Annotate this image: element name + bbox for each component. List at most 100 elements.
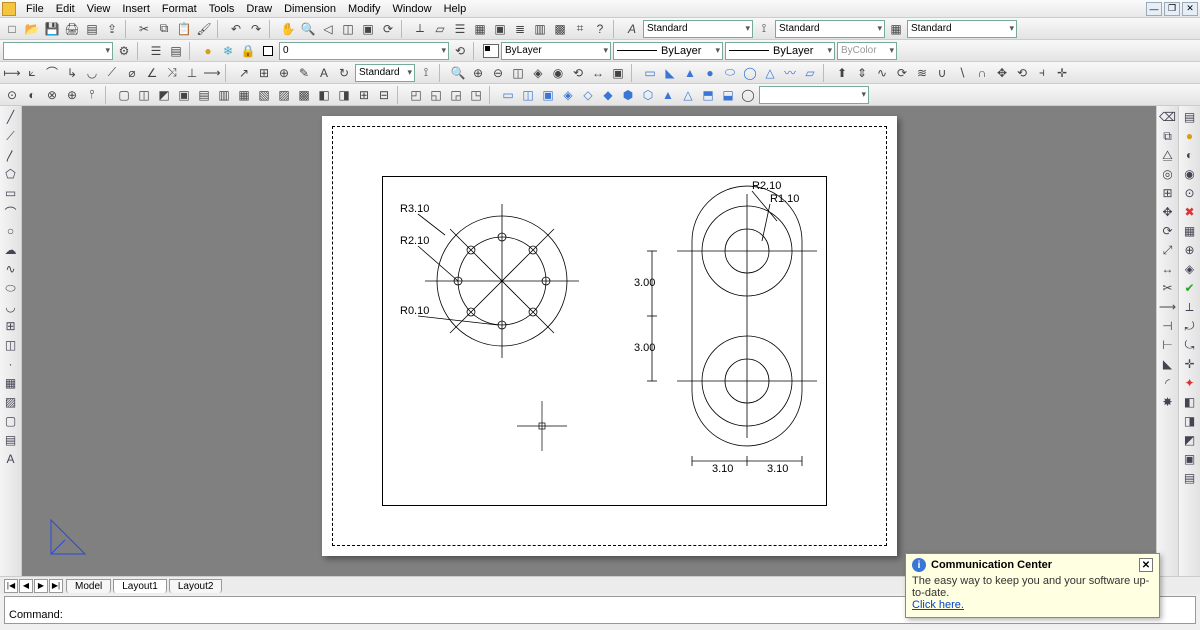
list-icon[interactable]: ☰ xyxy=(451,20,469,38)
visualstyle-combo[interactable] xyxy=(759,86,869,104)
m2-3-icon[interactable]: ◐ xyxy=(1181,146,1199,164)
dc-icon[interactable]: ▥ xyxy=(531,20,549,38)
dim-edit-icon[interactable]: ✎ xyxy=(295,64,313,82)
makeblock-icon[interactable]: ◫ xyxy=(2,336,20,354)
solid-pyr-icon[interactable]: △ xyxy=(761,64,779,82)
face7-icon[interactable]: ▦ xyxy=(235,86,253,104)
m2-15-icon[interactable]: ✦ xyxy=(1181,374,1199,392)
xline-icon[interactable]: ⟋ xyxy=(2,127,20,145)
se1-icon[interactable]: ⊙ xyxy=(3,86,21,104)
solid-wedge-icon[interactable]: ◣ xyxy=(661,64,679,82)
spline-icon[interactable]: ∿ xyxy=(2,260,20,278)
edge3-icon[interactable]: ◲ xyxy=(447,86,465,104)
color-swatch[interactable] xyxy=(483,44,499,58)
erase-icon[interactable]: ⌫ xyxy=(1159,108,1177,126)
m2-12-icon[interactable]: ⤾ xyxy=(1181,317,1199,335)
color-combo[interactable]: ByLayer xyxy=(501,42,611,60)
layer-prev-icon[interactable]: ⟲ xyxy=(451,42,469,60)
face11-icon[interactable]: ◧ xyxy=(315,86,333,104)
m2-19-icon[interactable]: ▣ xyxy=(1181,450,1199,468)
body6-icon[interactable]: ◆ xyxy=(599,86,617,104)
solid-planar-icon[interactable]: ▱ xyxy=(801,64,819,82)
publish-icon[interactable]: ⇪ xyxy=(103,20,121,38)
menu-view[interactable]: View xyxy=(81,2,117,16)
array-icon[interactable]: ⊞ xyxy=(1159,184,1177,202)
face10-icon[interactable]: ▩ xyxy=(295,86,313,104)
dim-base-icon[interactable]: ⊥ xyxy=(183,64,201,82)
orbit-icon[interactable]: ⟳ xyxy=(379,20,397,38)
zoom1-icon[interactable]: 🔍 xyxy=(449,64,467,82)
plot-icon[interactable]: 🖨 xyxy=(63,20,81,38)
copy-icon[interactable]: ⧉ xyxy=(155,20,173,38)
edge4-icon[interactable]: ◳ xyxy=(467,86,485,104)
face4-icon[interactable]: ▣ xyxy=(175,86,193,104)
xref-icon[interactable]: ▦ xyxy=(471,20,489,38)
join-icon[interactable]: ⊢ xyxy=(1159,336,1177,354)
intersect-icon[interactable]: ∩ xyxy=(973,64,991,82)
solid-helix-icon[interactable]: 〰 xyxy=(781,64,799,82)
body11-icon[interactable]: ⬒ xyxy=(699,86,717,104)
revcloud-icon[interactable]: ☁ xyxy=(2,241,20,259)
face14-icon[interactable]: ⊟ xyxy=(375,86,393,104)
m2-4-icon[interactable]: ◉ xyxy=(1181,165,1199,183)
body2-icon[interactable]: ◫ xyxy=(519,86,537,104)
zoom2-icon[interactable]: ⊕ xyxy=(469,64,487,82)
zoom-rt-icon[interactable]: 🔍 xyxy=(299,20,317,38)
center-icon[interactable]: ⊕ xyxy=(275,64,293,82)
tablestyle-icon[interactable]: ▦ xyxy=(887,20,905,38)
restore-button[interactable]: ❐ xyxy=(1164,2,1180,16)
menu-draw[interactable]: Draw xyxy=(240,2,278,16)
3drotate-icon[interactable]: ⟲ xyxy=(1013,64,1031,82)
zoom-prev-icon[interactable]: ◁ xyxy=(319,20,337,38)
copy-obj-icon[interactable]: ⧉ xyxy=(1159,127,1177,145)
ellipse-icon[interactable]: ⬭ xyxy=(2,279,20,297)
body7-icon[interactable]: ⬢ xyxy=(619,86,637,104)
workspace-combo[interactable] xyxy=(3,42,113,60)
layer-states-icon[interactable]: ▤ xyxy=(167,42,185,60)
tab-layout2[interactable]: Layout2 xyxy=(169,579,223,593)
m2-11-icon[interactable]: ⟂ xyxy=(1181,298,1199,316)
dim-aligned-icon[interactable]: ⟀ xyxy=(23,64,41,82)
ucs-icon[interactable]: ✛ xyxy=(1053,64,1071,82)
solid-cone-icon[interactable]: ▲ xyxy=(681,64,699,82)
m2-9-icon[interactable]: ◈ xyxy=(1181,260,1199,278)
paste-icon[interactable]: 📋 xyxy=(175,20,193,38)
solid-sphere-icon[interactable]: ● xyxy=(701,64,719,82)
help-icon[interactable]: ? xyxy=(591,20,609,38)
body10-icon[interactable]: △ xyxy=(679,86,697,104)
zoom4-icon[interactable]: ◫ xyxy=(509,64,527,82)
extend-icon[interactable]: ⟶ xyxy=(1159,298,1177,316)
se2-icon[interactable]: ◐ xyxy=(23,86,41,104)
body4-icon[interactable]: ◈ xyxy=(559,86,577,104)
face8-icon[interactable]: ▧ xyxy=(255,86,273,104)
face12-icon[interactable]: ◨ xyxy=(335,86,353,104)
hatch-icon[interactable]: ▦ xyxy=(2,374,20,392)
dim-cont-icon[interactable]: ⟶ xyxy=(203,64,221,82)
close-button[interactable]: ✕ xyxy=(1182,2,1198,16)
zoom9-icon[interactable]: ▣ xyxy=(609,64,627,82)
menu-dimension[interactable]: Dimension xyxy=(278,2,342,16)
extrude-icon[interactable]: ⬆ xyxy=(833,64,851,82)
tab-layout1[interactable]: Layout1 xyxy=(113,579,167,593)
solid-box-icon[interactable]: ▭ xyxy=(641,64,659,82)
redo-icon[interactable]: ↷ xyxy=(247,20,265,38)
dim-linear-icon[interactable]: ⟼ xyxy=(3,64,21,82)
stretch-icon[interactable]: ↔ xyxy=(1159,260,1177,278)
dimstyle-icon[interactable]: ⟟ xyxy=(755,20,773,38)
solid-cyl-icon[interactable]: ⬭ xyxy=(721,64,739,82)
table-icon[interactable]: ▤ xyxy=(2,431,20,449)
dim-dia-icon[interactable]: ⌀ xyxy=(123,64,141,82)
face2-icon[interactable]: ◫ xyxy=(135,86,153,104)
layer-on-icon[interactable]: ● xyxy=(199,42,217,60)
gradient-icon[interactable]: ▨ xyxy=(2,393,20,411)
m2-16-icon[interactable]: ◧ xyxy=(1181,393,1199,411)
plotstyle-combo[interactable]: ByColor xyxy=(837,42,897,60)
rect-icon[interactable]: ▭ xyxy=(2,184,20,202)
se5-icon[interactable]: ⫯ xyxy=(83,86,101,104)
subtract-icon[interactable]: ∖ xyxy=(953,64,971,82)
m2-14-icon[interactable]: ✛ xyxy=(1181,355,1199,373)
mtext-icon[interactable]: A xyxy=(2,450,20,468)
dim-update-icon[interactable]: ↻ xyxy=(335,64,353,82)
mirror-icon[interactable]: ⧋ xyxy=(1159,146,1177,164)
face1-icon[interactable]: ▢ xyxy=(115,86,133,104)
